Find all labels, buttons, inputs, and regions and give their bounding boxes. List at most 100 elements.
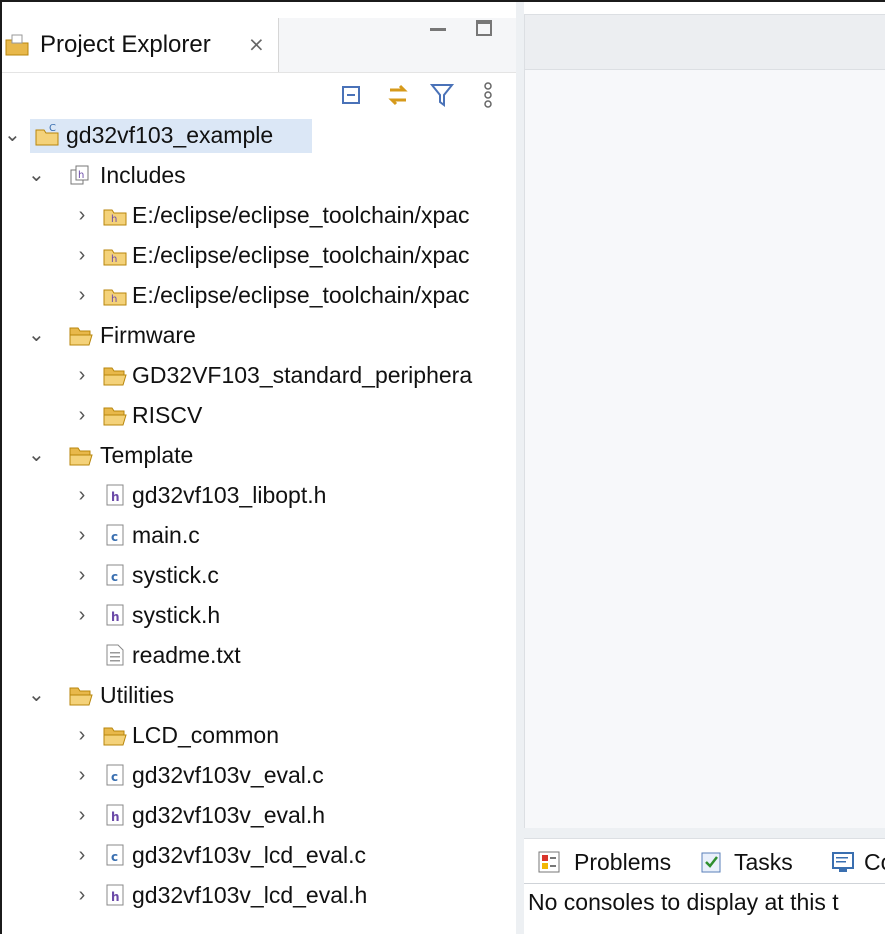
- svg-text:h: h: [111, 890, 120, 904]
- svg-text:h: h: [111, 810, 120, 824]
- console-message: No consoles to display at this t: [528, 889, 839, 915]
- collapse-all-icon[interactable]: [338, 80, 366, 110]
- file-label: gd32vf103v_lcd_eval.c: [132, 842, 366, 868]
- chevron-down-icon[interactable]: ⌄: [28, 683, 45, 707]
- tree-item-include-path[interactable]: › h E:/eclipse/eclipse_toolchain/xpac: [2, 235, 516, 275]
- folder-open-icon: [69, 447, 93, 466]
- tree-item-file[interactable]: › c gd32vf103v_eval.c: [2, 755, 516, 795]
- svg-text:h: h: [111, 254, 117, 265]
- header-file-icon: h: [106, 884, 124, 906]
- svg-text:c: c: [111, 570, 118, 584]
- chevron-right-icon[interactable]: ›: [74, 803, 90, 827]
- chevron-right-icon[interactable]: ›: [74, 363, 90, 387]
- chevron-right-icon[interactable]: ›: [74, 523, 90, 547]
- header-file-icon: h: [106, 484, 124, 506]
- folder-icon: [103, 727, 127, 746]
- project-label: gd32vf103_example: [66, 122, 274, 148]
- folder-label: RISCV: [132, 402, 203, 428]
- maximize-icon[interactable]: [476, 20, 492, 36]
- folder-label: LCD_common: [132, 722, 279, 748]
- tab-console[interactable]: Co: [830, 847, 885, 877]
- chevron-right-icon[interactable]: ›: [74, 723, 90, 747]
- view-menu-icon[interactable]: [474, 80, 502, 110]
- chevron-right-icon[interactable]: ›: [74, 603, 90, 627]
- chevron-right-icon[interactable]: ›: [74, 843, 90, 867]
- tree-item-file[interactable]: readme.txt: [2, 635, 516, 675]
- view-title: Project Explorer: [40, 31, 211, 58]
- file-label: gd32vf103v_lcd_eval.h: [132, 882, 368, 908]
- tree-item-folder[interactable]: › LCD_common: [2, 715, 516, 755]
- project-explorer-tab[interactable]: Project Explorer ⨯: [2, 18, 279, 72]
- panel-separator[interactable]: [524, 828, 885, 838]
- include-folder-icon: h: [103, 209, 127, 226]
- tree-item-file[interactable]: › h gd32vf103v_eval.h: [2, 795, 516, 835]
- chevron-right-icon[interactable]: ›: [74, 243, 90, 267]
- chevron-down-icon[interactable]: ⌄: [4, 123, 21, 147]
- file-label: readme.txt: [132, 642, 241, 668]
- file-label: systick.c: [132, 562, 219, 588]
- chevron-right-icon[interactable]: ›: [74, 483, 90, 507]
- folder-label: Utilities: [100, 682, 175, 708]
- c-file-icon: c: [106, 564, 124, 586]
- tree-item-include-path[interactable]: › h E:/eclipse/eclipse_toolchain/xpac: [2, 195, 516, 235]
- file-label: systick.h: [132, 602, 221, 628]
- project-explorer-icon: [5, 34, 29, 56]
- tree-item-file[interactable]: › c gd32vf103v_lcd_eval.c: [2, 835, 516, 875]
- tree-item-file[interactable]: › h gd32vf103_libopt.h: [2, 475, 516, 515]
- tree-item-firmware[interactable]: ⌄ Firmware: [2, 315, 516, 355]
- chevron-right-icon[interactable]: ›: [74, 403, 90, 427]
- svg-text:c: c: [111, 530, 118, 544]
- tree-item-file[interactable]: › c main.c: [2, 515, 516, 555]
- include-path-label: E:/eclipse/eclipse_toolchain/xpac: [132, 242, 470, 268]
- svg-text:h: h: [111, 294, 117, 305]
- view-toolbar: [332, 80, 512, 110]
- bottom-panel-tabs: Problems Tasks Co: [524, 838, 885, 884]
- chevron-down-icon[interactable]: ⌄: [28, 163, 45, 187]
- chevron-down-icon[interactable]: ⌄: [28, 323, 45, 347]
- link-with-editor-icon[interactable]: [384, 80, 412, 110]
- includes-label: Includes: [100, 162, 186, 188]
- tree-item-file[interactable]: › c systick.c: [2, 555, 516, 595]
- console-icon: [832, 852, 854, 872]
- tree-item-template[interactable]: ⌄ Template: [2, 435, 516, 475]
- svg-text:C: C: [49, 123, 56, 134]
- c-file-icon: c: [106, 524, 124, 546]
- tree-item-include-path[interactable]: › h E:/eclipse/eclipse_toolchain/xpac: [2, 275, 516, 315]
- include-path-label: E:/eclipse/eclipse_toolchain/xpac: [132, 282, 470, 308]
- tab-label: Problems: [574, 849, 672, 875]
- svg-text:h: h: [111, 214, 117, 225]
- svg-text:c: c: [111, 770, 118, 784]
- minimize-icon[interactable]: [430, 28, 446, 31]
- tab-label: Co: [864, 849, 885, 875]
- svg-text:c: c: [111, 850, 118, 864]
- close-icon[interactable]: ⨯: [248, 31, 265, 59]
- tree-item-folder[interactable]: › RISCV: [2, 395, 516, 435]
- folder-label: Template: [100, 442, 194, 468]
- chevron-right-icon[interactable]: ›: [74, 563, 90, 587]
- tree-item-file[interactable]: › h systick.h: [2, 595, 516, 635]
- c-file-icon: c: [106, 764, 124, 786]
- chevron-down-icon[interactable]: ⌄: [28, 443, 45, 467]
- tree-item-utilities[interactable]: ⌄ Utilities: [2, 675, 516, 715]
- tree-item-includes[interactable]: ⌄ h Includes: [2, 155, 516, 195]
- chevron-right-icon[interactable]: ›: [74, 883, 90, 907]
- file-label: gd32vf103_libopt.h: [132, 482, 327, 508]
- tab-problems[interactable]: Problems: [536, 847, 686, 877]
- svg-text:h: h: [111, 490, 120, 504]
- problems-icon: [538, 851, 560, 873]
- tree-item-file[interactable]: › h gd32vf103v_lcd_eval.h: [2, 875, 516, 915]
- svg-text:h: h: [111, 610, 120, 624]
- sash-divider[interactable]: [516, 2, 524, 934]
- right-area: Problems Tasks Co No consoles to display…: [524, 0, 885, 934]
- tree-item-folder[interactable]: › GD32VF103_standard_periphera: [2, 355, 516, 395]
- tab-tasks[interactable]: Tasks: [698, 847, 818, 877]
- filter-icon[interactable]: [428, 80, 456, 110]
- editor-area: [524, 70, 885, 828]
- tree-item-project[interactable]: ⌄ C gd32vf103_example: [2, 115, 516, 155]
- chevron-right-icon[interactable]: ›: [74, 203, 90, 227]
- chevron-right-icon[interactable]: ›: [74, 763, 90, 787]
- svg-text:h: h: [78, 170, 84, 181]
- include-path-label: E:/eclipse/eclipse_toolchain/xpac: [132, 202, 470, 228]
- chevron-right-icon[interactable]: ›: [74, 283, 90, 307]
- text-file-icon: [106, 644, 124, 666]
